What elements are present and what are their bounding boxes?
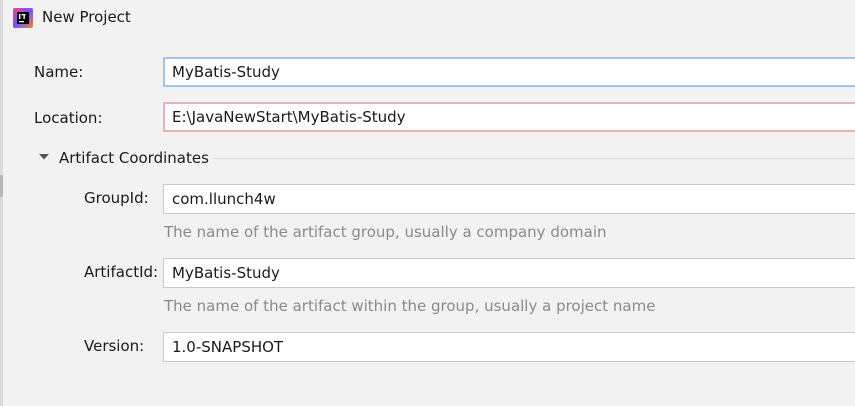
- version-field-value: 1.0-SNAPSHOT: [172, 338, 284, 356]
- group-id-field[interactable]: com.llunch4w: [163, 184, 855, 214]
- new-project-dialog: New Project Name: MyBatis-Study Location…: [0, 0, 855, 406]
- name-field[interactable]: MyBatis-Study: [163, 57, 855, 87]
- version-label: Version:: [84, 337, 145, 355]
- group-id-hint: The name of the artifact group, usually …: [164, 223, 607, 241]
- artifact-coordinates-title[interactable]: Artifact Coordinates: [59, 149, 209, 167]
- artifact-id-hint: The name of the artifact within the grou…: [164, 297, 656, 315]
- triangle-down-icon[interactable]: [38, 150, 52, 164]
- group-id-field-value: com.llunch4w: [172, 190, 276, 208]
- window-left-edge-mark: [0, 175, 3, 197]
- window-left-edge: [0, 0, 3, 406]
- artifact-id-label: ArtifactId:: [84, 263, 159, 281]
- name-label: Name:: [34, 63, 84, 81]
- title-bar: New Project: [0, 0, 855, 38]
- location-field-value: E:\JavaNewStart\MyBatis-Study: [172, 108, 406, 126]
- group-id-label: GroupId:: [84, 189, 149, 207]
- name-field-value: MyBatis-Study: [172, 63, 280, 81]
- intellij-idea-icon: [13, 8, 33, 28]
- artifact-id-field[interactable]: MyBatis-Study: [163, 258, 855, 288]
- location-field[interactable]: E:\JavaNewStart\MyBatis-Study: [163, 102, 855, 132]
- location-label: Location:: [34, 109, 103, 127]
- artifact-id-field-value: MyBatis-Study: [172, 264, 280, 282]
- section-divider: [214, 158, 855, 159]
- version-field[interactable]: 1.0-SNAPSHOT: [163, 332, 855, 362]
- window-title: New Project: [42, 8, 131, 26]
